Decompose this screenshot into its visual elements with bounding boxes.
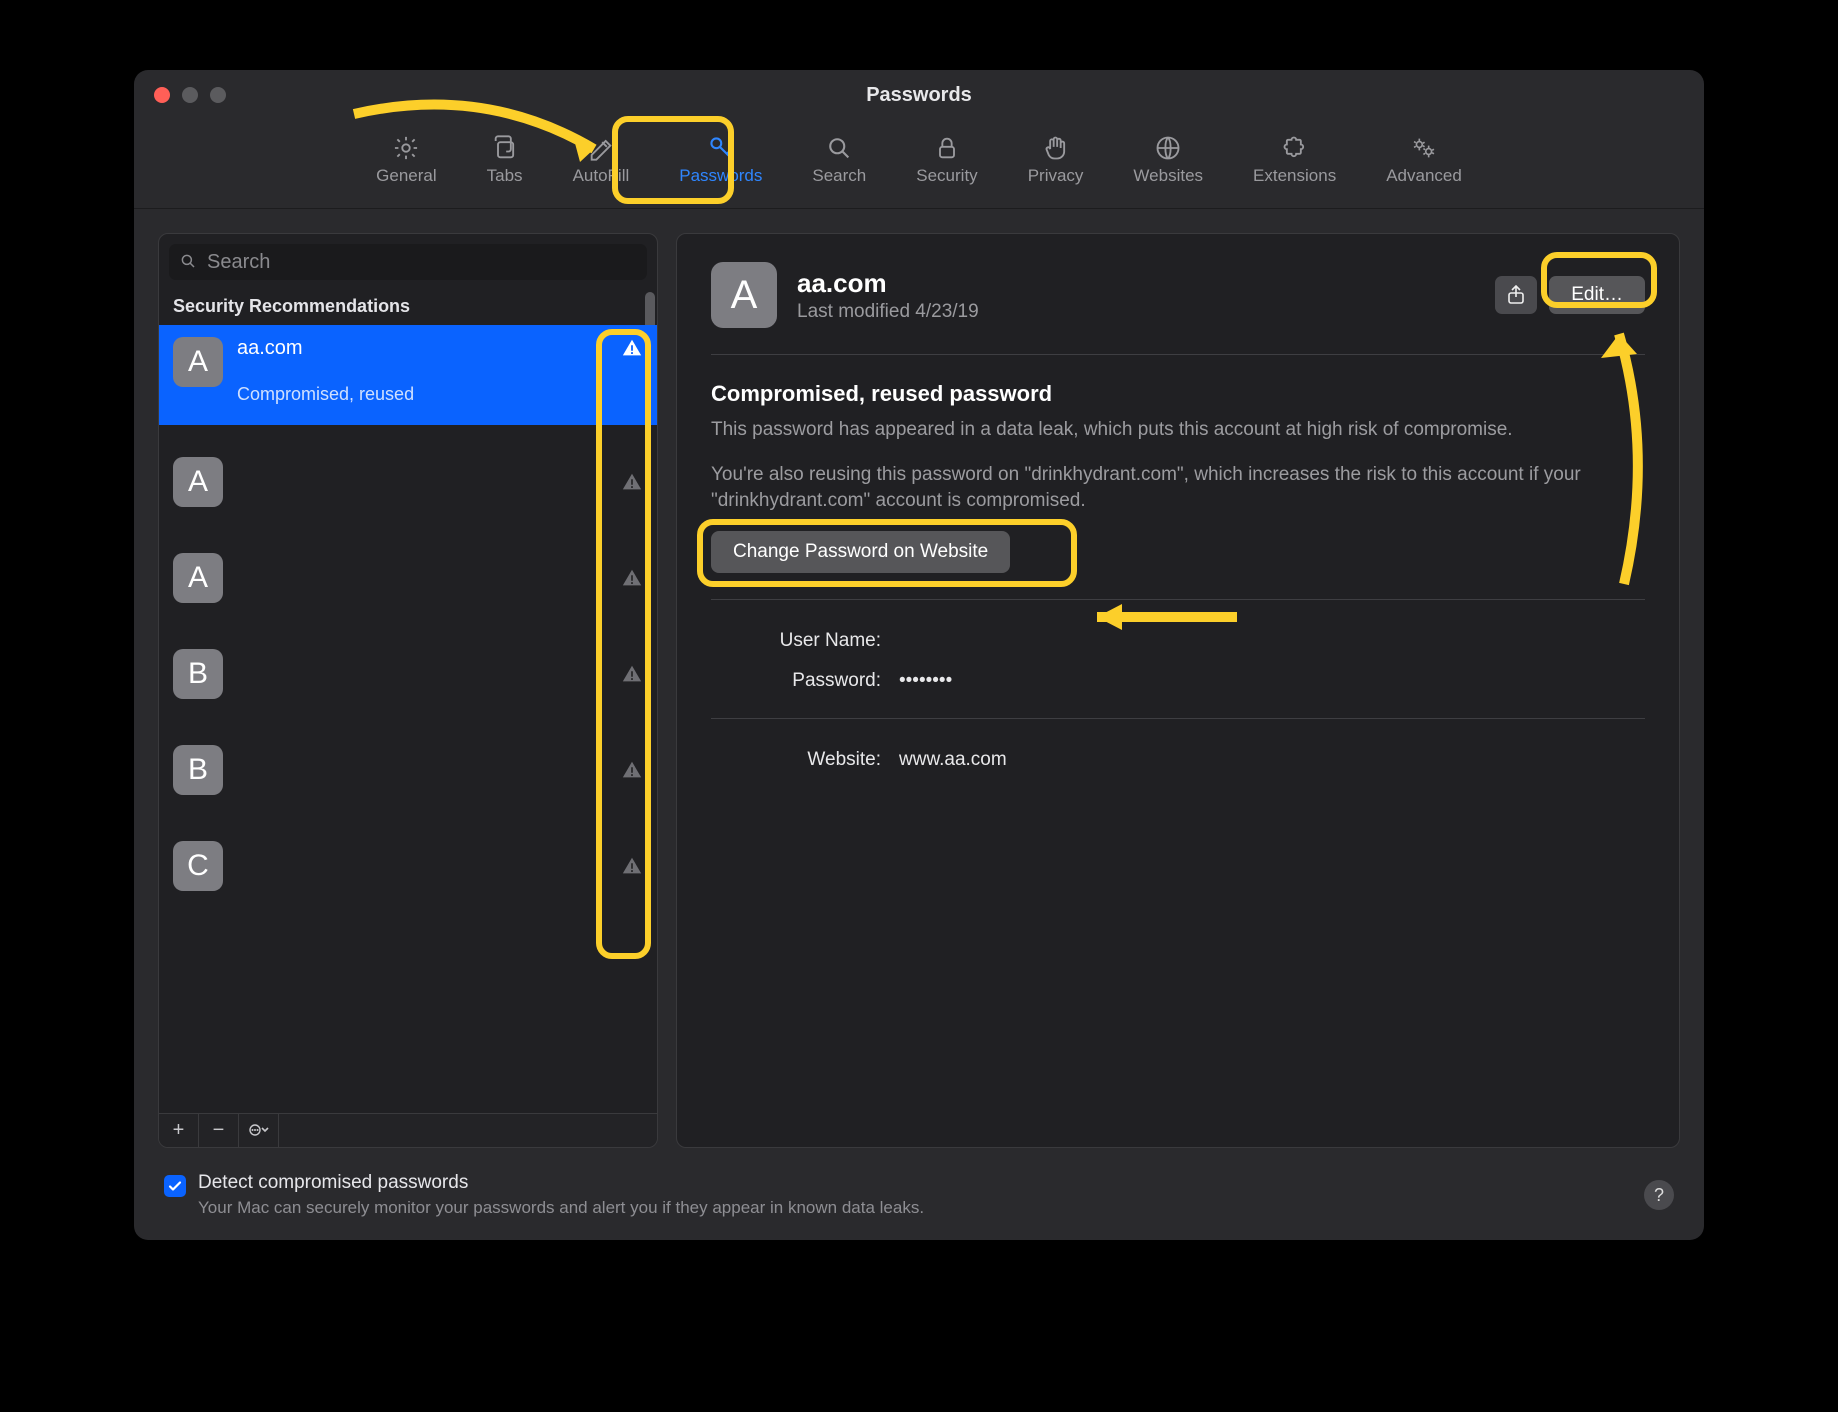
website-label: Website: bbox=[731, 749, 881, 771]
tab-label: Websites bbox=[1133, 166, 1203, 186]
warning-icon bbox=[621, 471, 643, 493]
list-item[interactable]: B bbox=[159, 731, 657, 809]
username-label: User Name: bbox=[731, 630, 881, 652]
tab-label: Search bbox=[812, 166, 866, 186]
search-icon bbox=[179, 252, 197, 275]
avatar: A bbox=[711, 262, 777, 328]
password-value[interactable]: •••••••• bbox=[899, 670, 1645, 692]
warning-icon bbox=[621, 855, 643, 877]
tab-search[interactable]: Search bbox=[802, 128, 876, 192]
password-detail-panel: A aa.com Last modified 4/23/19 Edit… bbox=[676, 233, 1680, 1148]
list-item[interactable]: C bbox=[159, 827, 657, 905]
divider bbox=[711, 718, 1645, 719]
more-actions-button[interactable] bbox=[239, 1114, 279, 1147]
warning-icon bbox=[621, 759, 643, 781]
key-icon bbox=[707, 134, 735, 162]
tab-general[interactable]: General bbox=[366, 128, 446, 192]
detail-subtitle: Last modified 4/23/19 bbox=[797, 301, 1475, 323]
avatar: A bbox=[173, 553, 223, 603]
tab-label: Advanced bbox=[1386, 166, 1462, 186]
autofill-icon bbox=[587, 134, 615, 162]
detect-compromised-checkbox[interactable] bbox=[164, 1175, 186, 1197]
warning-icon bbox=[621, 337, 643, 359]
detail-title: aa.com bbox=[797, 268, 1475, 299]
hand-icon bbox=[1042, 134, 1070, 162]
tab-label: General bbox=[376, 166, 436, 186]
fullscreen-window-button[interactable] bbox=[210, 87, 226, 103]
minimize-window-button[interactable] bbox=[182, 87, 198, 103]
avatar: B bbox=[173, 745, 223, 795]
gear-icon bbox=[392, 134, 420, 162]
tabs-icon bbox=[491, 134, 519, 162]
password-label: Password: bbox=[731, 670, 881, 692]
list-item[interactable]: B bbox=[159, 635, 657, 713]
tab-passwords[interactable]: Passwords bbox=[669, 128, 772, 192]
credentials-grid: User Name: Password: •••••••• bbox=[731, 630, 1645, 692]
lock-icon bbox=[933, 134, 961, 162]
remove-button[interactable]: − bbox=[199, 1114, 239, 1147]
warning-text: You're also reusing this password on "dr… bbox=[711, 462, 1645, 515]
footer-options: Detect compromised passwords Your Mac ca… bbox=[134, 1160, 1704, 1240]
tab-security[interactable]: Security bbox=[906, 128, 987, 192]
search-icon bbox=[825, 134, 853, 162]
preferences-toolbar: General Tabs AutoFill Passwords bbox=[134, 120, 1704, 209]
warning-icon bbox=[621, 663, 643, 685]
tab-label: Passwords bbox=[679, 166, 762, 186]
divider bbox=[711, 599, 1645, 600]
content-area: Security Recommendations A aa.com Compro… bbox=[134, 209, 1704, 1160]
username-value[interactable] bbox=[899, 630, 1645, 652]
tab-label: Extensions bbox=[1253, 166, 1336, 186]
divider bbox=[711, 354, 1645, 355]
website-grid: Website: www.aa.com bbox=[731, 749, 1645, 771]
tab-label: Privacy bbox=[1028, 166, 1084, 186]
list-item[interactable]: A bbox=[159, 539, 657, 617]
tab-label: AutoFill bbox=[573, 166, 630, 186]
checkbox-label: Detect compromised passwords bbox=[198, 1172, 924, 1194]
website-value[interactable]: www.aa.com bbox=[899, 749, 1645, 771]
tab-websites[interactable]: Websites bbox=[1123, 128, 1213, 192]
list-item[interactable]: A aa.com Compromised, reused bbox=[159, 325, 657, 425]
tab-tabs[interactable]: Tabs bbox=[477, 128, 533, 192]
warning-text: This password has appeared in a data lea… bbox=[711, 417, 1645, 444]
tab-extensions[interactable]: Extensions bbox=[1243, 128, 1346, 192]
puzzle-icon bbox=[1281, 134, 1309, 162]
checkbox-description: Your Mac can securely monitor your passw… bbox=[198, 1198, 924, 1218]
globe-icon bbox=[1154, 134, 1182, 162]
password-list-panel: Security Recommendations A aa.com Compro… bbox=[158, 233, 658, 1148]
add-button[interactable]: + bbox=[159, 1114, 199, 1147]
detail-header: A aa.com Last modified 4/23/19 Edit… bbox=[711, 262, 1645, 328]
preferences-window: Passwords General Tabs AutoFill bbox=[134, 70, 1704, 1240]
traffic-lights bbox=[154, 87, 226, 103]
edit-button[interactable]: Edit… bbox=[1549, 276, 1645, 314]
tab-privacy[interactable]: Privacy bbox=[1018, 128, 1094, 192]
tab-label: Tabs bbox=[487, 166, 523, 186]
search-input[interactable] bbox=[169, 244, 647, 280]
avatar: B bbox=[173, 649, 223, 699]
tab-label: Security bbox=[916, 166, 977, 186]
share-button[interactable] bbox=[1495, 276, 1537, 314]
help-button[interactable]: ? bbox=[1644, 1180, 1674, 1210]
avatar: A bbox=[173, 337, 223, 387]
section-header: Security Recommendations bbox=[159, 290, 657, 325]
close-window-button[interactable] bbox=[154, 87, 170, 103]
list-footer: + − bbox=[159, 1113, 657, 1147]
warning-icon bbox=[621, 567, 643, 589]
list-item-subtitle: Compromised, reused bbox=[237, 384, 607, 405]
list-item[interactable]: A bbox=[159, 443, 657, 521]
change-password-button[interactable]: Change Password on Website bbox=[711, 531, 1010, 573]
window-title: Passwords bbox=[134, 84, 1704, 107]
password-list: A aa.com Compromised, reused A bbox=[159, 325, 657, 1113]
avatar: A bbox=[173, 457, 223, 507]
warning-heading: Compromised, reused password bbox=[711, 381, 1645, 407]
avatar: C bbox=[173, 841, 223, 891]
tab-advanced[interactable]: Advanced bbox=[1376, 128, 1472, 192]
tab-autofill[interactable]: AutoFill bbox=[563, 128, 640, 192]
gears-icon bbox=[1410, 134, 1438, 162]
list-item-title: aa.com bbox=[237, 337, 607, 360]
titlebar: Passwords bbox=[134, 70, 1704, 120]
